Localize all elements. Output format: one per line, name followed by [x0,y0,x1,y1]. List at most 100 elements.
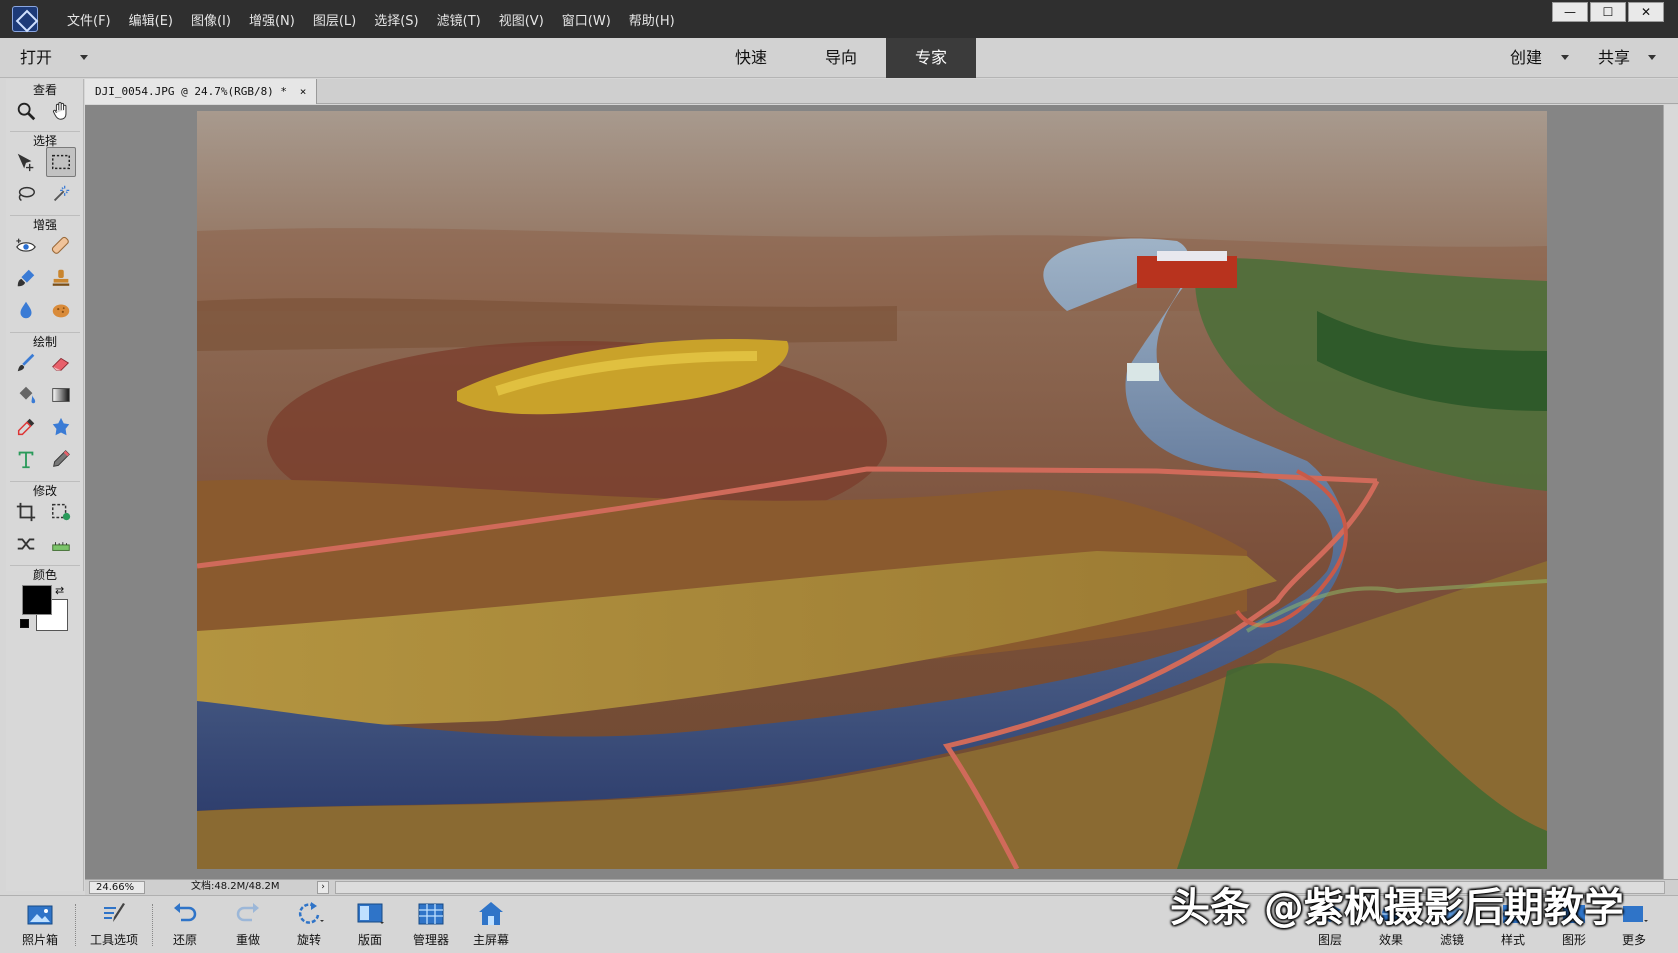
menu-layer[interactable]: 图层(L) [304,10,365,29]
paint-bucket-tool[interactable] [11,380,41,410]
smart-brush-tool[interactable] [11,263,41,293]
paint-bucket-icon [19,386,36,404]
marquee-tool[interactable] [46,147,76,177]
zoom-icon [17,102,36,121]
default-colors-icon[interactable] [20,619,29,628]
menu-bar: 文件(F) 编辑(E) 图像(I) 增强(N) 图层(L) 选择(S) 滤镜(T… [58,0,684,38]
redo-icon [236,903,259,922]
separator [75,904,76,946]
open-button[interactable]: 打开 [20,38,52,78]
tool-options-icon [104,903,125,922]
type-tool[interactable] [11,444,41,474]
organizer-label: 管理器 [412,933,449,947]
eyedropper-tool[interactable] [11,412,41,442]
straighten-tool[interactable] [46,529,76,559]
watermark: 头条 @紫枫摄影后期教学 [1170,885,1624,931]
magic-wand-tool[interactable] [46,179,76,209]
pencil-icon [53,450,70,467]
styles-label: 样式 [1500,933,1525,947]
eraser-tool[interactable] [46,348,76,378]
create-button[interactable]: 创建 [1510,38,1542,78]
crop-tool[interactable] [11,497,41,527]
status-info-arrow-icon[interactable]: › [317,881,329,894]
gradient-icon [52,388,70,402]
menu-select[interactable]: 选择(S) [365,10,427,29]
lasso-tool[interactable] [11,179,41,209]
filters-label: 滤镜 [1439,933,1464,947]
layers-label: 图层 [1317,933,1342,947]
blur-icon [20,301,32,319]
brush-tool[interactable] [11,348,41,378]
custom-shape-tool[interactable] [46,412,76,442]
app-logo-icon [12,6,38,32]
open-dropdown-caret-icon[interactable] [80,55,88,60]
home-icon [479,902,503,925]
more-label: 更多 [1621,933,1646,947]
document-tab[interactable]: DJI_0054.JPG @ 24.7%(RGB/8) * × [85,79,318,104]
document-image[interactable] [197,111,1547,869]
document-tab-close-icon[interactable]: × [300,85,307,98]
aerial-wetland-photo [197,111,1547,869]
photo-bin-button[interactable]: 照片箱 [10,900,70,952]
create-caret-icon[interactable] [1561,55,1569,60]
document-tab-bar: DJI_0054.JPG @ 24.7%(RGB/8) * × [85,79,1678,104]
tab-expert[interactable]: 专家 [886,38,976,78]
undo-button[interactable]: 还原 [155,900,215,952]
recompose-tool[interactable] [46,497,76,527]
content-aware-move-tool[interactable] [11,529,41,559]
menu-filter[interactable]: 滤镜(T) [428,10,490,29]
lasso-icon [18,186,35,202]
menu-image[interactable]: 图像(I) [182,10,240,29]
red-eye-icon [16,238,36,252]
maximize-button[interactable]: ☐ [1590,2,1626,22]
type-icon [18,451,34,469]
redo-label: 重做 [235,933,260,947]
menu-window[interactable]: 窗口(W) [553,10,620,29]
magic-wand-icon [53,185,70,202]
menu-help[interactable]: 帮助(H) [620,10,684,29]
tab-guided[interactable]: 导向 [796,38,886,78]
red-eye-tool[interactable] [11,231,41,261]
menu-edit[interactable]: 编辑(E) [120,10,182,29]
straighten-icon [52,542,70,551]
separator [152,904,153,946]
share-button[interactable]: 共享 [1598,38,1630,78]
tab-quick[interactable]: 快速 [706,38,796,78]
menu-file[interactable]: 文件(F) [58,10,120,29]
pencil-tool[interactable] [46,444,76,474]
vertical-scrollbar[interactable] [1663,105,1678,879]
photo-bin-label: 照片箱 [21,933,58,947]
hand-tool[interactable] [46,96,76,126]
rotate-icon [298,902,324,924]
organizer-button[interactable]: 管理器 [401,900,461,952]
clone-stamp-tool[interactable] [46,263,76,293]
canvas-area[interactable] [85,105,1663,879]
home-screen-button[interactable]: 主屏幕 [461,900,521,952]
zoom-level-field[interactable]: 24.66% [89,881,145,894]
window-controls: — ☐ ✕ [1552,2,1664,22]
clone-stamp-icon [52,269,70,286]
swap-colors-icon[interactable]: ⇄ [55,584,64,597]
photo-bin-icon [27,905,53,925]
blur-tool[interactable] [11,295,41,325]
smart-brush-icon [17,269,35,287]
menu-view[interactable]: 视图(V) [490,10,553,29]
mode-bar: 打开 快速 导向 专家 创建 共享 [0,38,1678,78]
menu-enhance[interactable]: 增强(N) [240,10,304,29]
sponge-tool[interactable] [46,295,76,325]
undo-icon [174,903,197,922]
effects-label: 效果 [1378,933,1403,947]
gradient-tool[interactable] [46,380,76,410]
tool-options-button[interactable]: 工具选项 [84,900,144,952]
spot-healing-tool[interactable] [46,231,76,261]
rotate-button[interactable]: 旋转 [279,900,339,952]
minimize-button[interactable]: — [1552,2,1588,22]
layout-button[interactable]: 版面 [340,900,400,952]
redo-button[interactable]: 重做 [218,900,278,952]
share-caret-icon[interactable] [1648,55,1656,60]
move-icon [17,153,34,172]
move-tool[interactable] [11,147,41,177]
close-button[interactable]: ✕ [1628,2,1664,22]
foreground-color-swatch[interactable] [22,585,52,615]
zoom-tool[interactable] [11,96,41,126]
